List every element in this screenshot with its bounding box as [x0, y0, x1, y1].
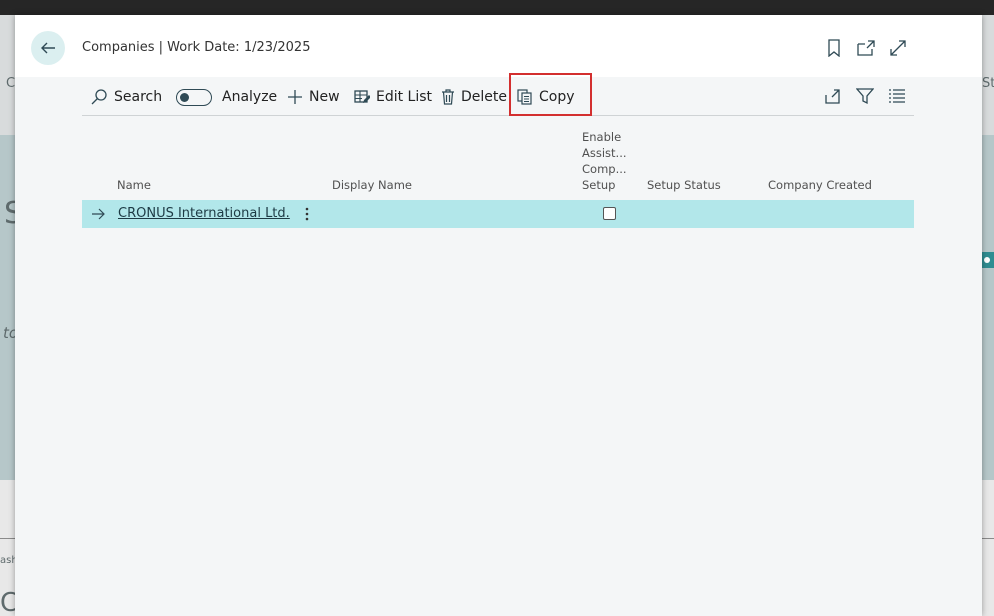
more-options-icon[interactable]: [300, 205, 314, 223]
column-header-name[interactable]: Name: [117, 177, 151, 193]
delete-button[interactable]: Delete: [441, 88, 507, 106]
enable-assisted-setup-checkbox[interactable]: [603, 207, 616, 220]
dialog-header: Companies | Work Date: 1/23/2025: [15, 15, 982, 77]
column-header-line: Setup: [582, 178, 616, 192]
filter-icon[interactable]: [855, 86, 875, 106]
toggle-switch[interactable]: [176, 88, 212, 106]
column-header-enable-assisted-setup[interactable]: Enable Assist... Comp... Setup: [582, 129, 627, 193]
background-text: St: [982, 76, 994, 91]
share-icon[interactable]: [822, 86, 842, 106]
plus-icon: [288, 90, 302, 104]
edit-list-button[interactable]: Edit List: [354, 88, 432, 106]
edit-list-icon: [354, 90, 370, 103]
action-bar: Search Analyze New Edit List Delete Copy: [82, 77, 914, 116]
list-view-icon[interactable]: [887, 86, 907, 106]
edit-list-label: Edit List: [376, 89, 433, 105]
analyze-label: Analyze: [222, 89, 278, 105]
search-icon: [91, 89, 107, 105]
new-label: New: [309, 89, 340, 105]
bookmark-icon[interactable]: [824, 38, 844, 58]
company-name-link[interactable]: CRONUS International Ltd.: [118, 206, 290, 221]
search-button[interactable]: Search: [90, 88, 162, 106]
expand-icon[interactable]: [888, 38, 908, 58]
background-text: C: [6, 76, 16, 91]
open-in-new-window-icon[interactable]: [856, 38, 876, 58]
delete-label: Delete: [461, 89, 507, 105]
analyze-toggle[interactable]: Analyze: [176, 88, 277, 106]
column-header-line: Comp...: [582, 162, 627, 176]
table-row[interactable]: CRONUS International Ltd.: [82, 200, 914, 228]
search-label: Search: [114, 89, 163, 105]
new-button[interactable]: New: [287, 88, 340, 106]
back-arrow-icon: [41, 42, 55, 54]
top-bar: [0, 0, 994, 15]
column-header-line: Assist...: [582, 146, 627, 160]
column-header-company-created[interactable]: Company Created: [768, 177, 872, 193]
companies-dialog: Companies | Work Date: 1/23/2025 Search …: [15, 15, 982, 616]
page-title: Companies | Work Date: 1/23/2025: [82, 40, 311, 55]
column-header-setup-status[interactable]: Setup Status: [647, 177, 721, 193]
back-button[interactable]: [31, 31, 65, 65]
copy-highlight-box: [509, 73, 592, 116]
background-handle: [980, 252, 994, 268]
trash-icon: [442, 89, 454, 105]
column-header-line: Enable: [582, 130, 622, 144]
row-arrow-icon: [90, 206, 106, 222]
column-header-display-name[interactable]: Display Name: [332, 177, 412, 193]
